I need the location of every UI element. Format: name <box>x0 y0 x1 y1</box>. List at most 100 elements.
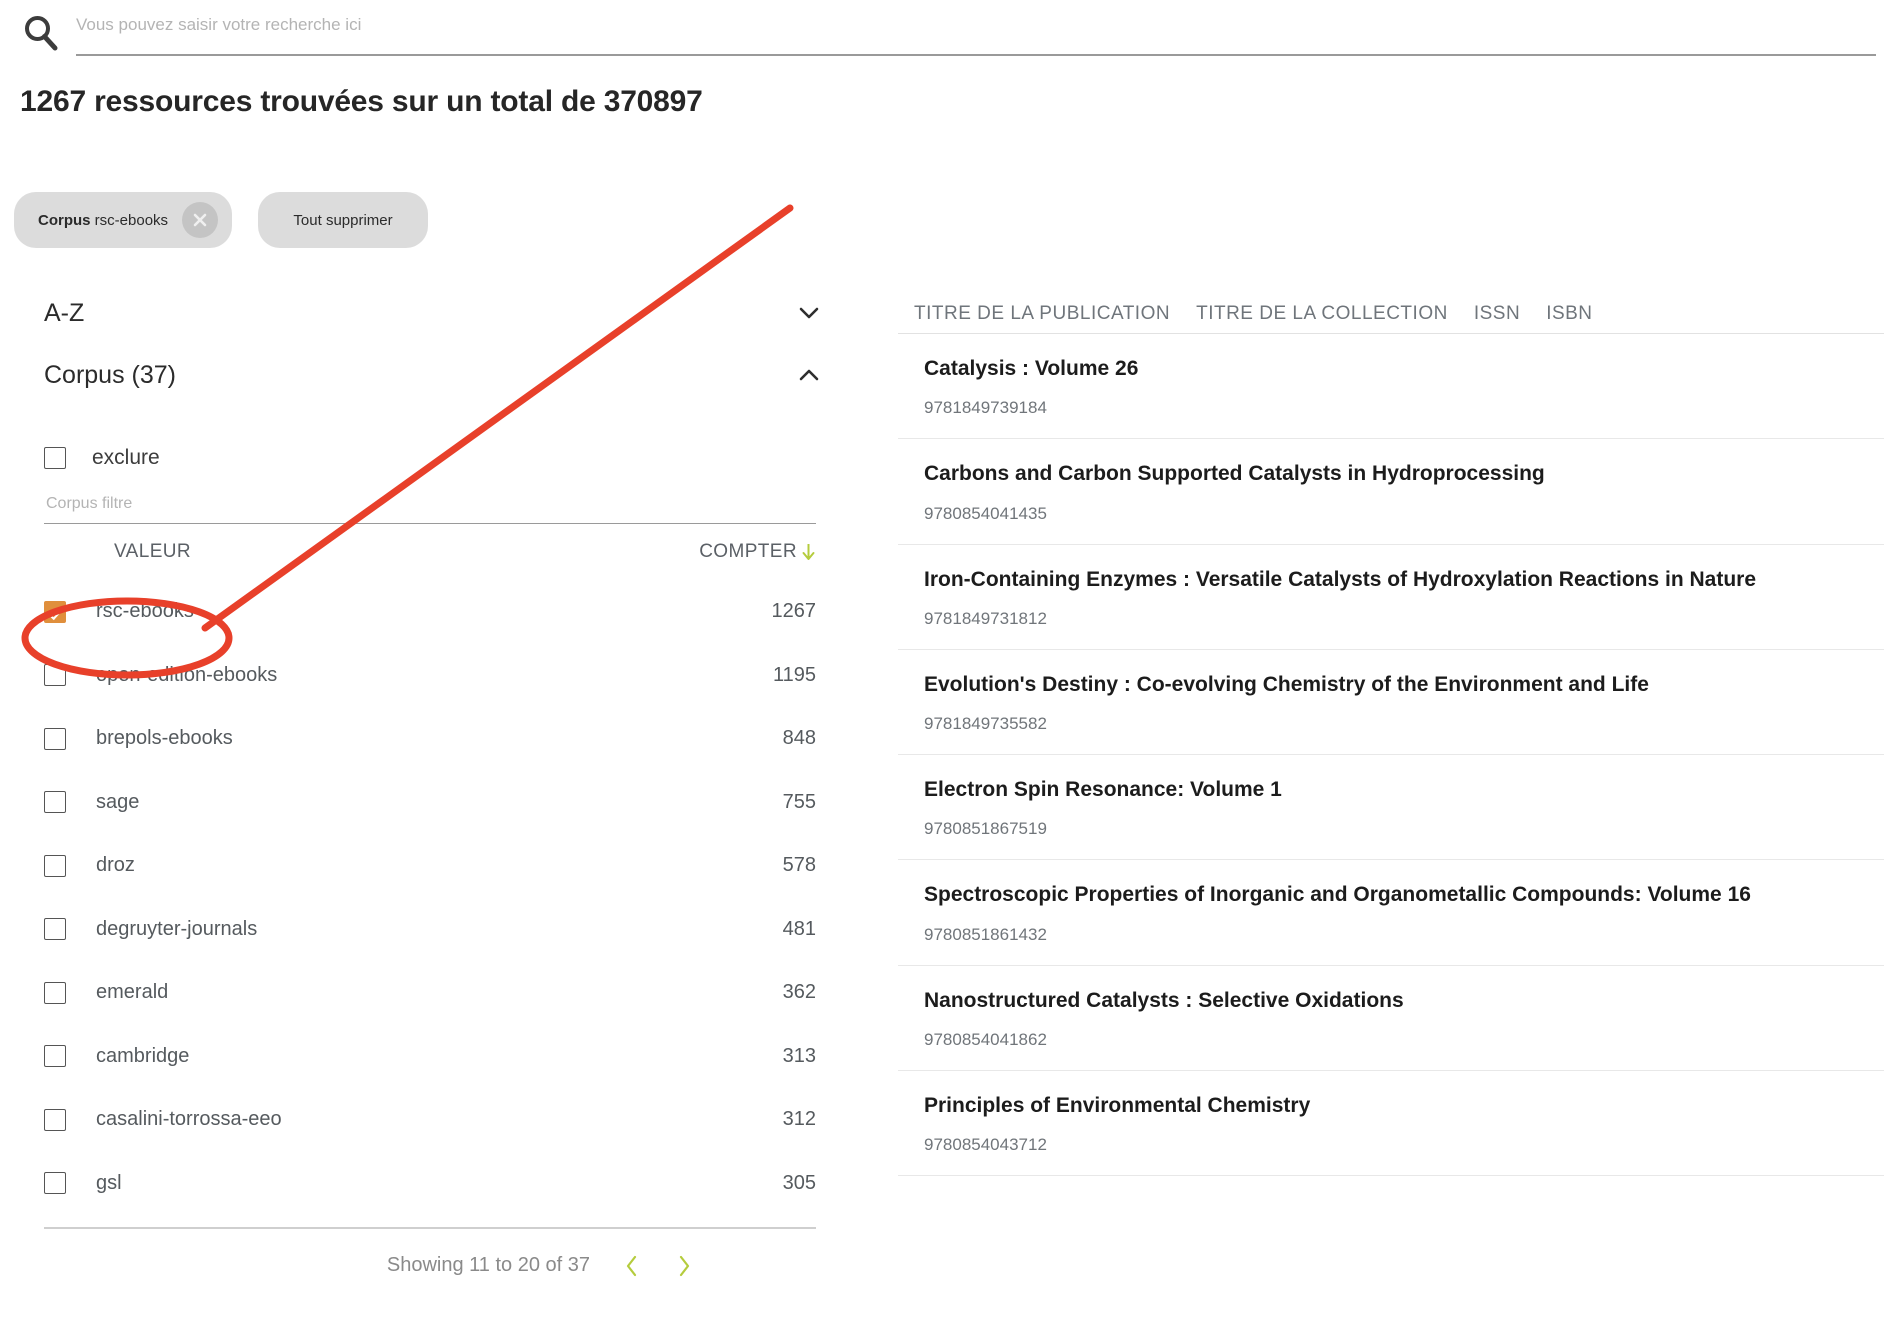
result-list-item[interactable]: Carbons and Carbon Supported Catalysts i… <box>898 439 1884 545</box>
facet-value-count: 1195 <box>772 663 816 686</box>
active-filter-chip-value: rsc-ebooks <box>94 211 169 229</box>
chevron-down-icon <box>798 306 820 320</box>
facet-value-count: 848 <box>782 727 816 750</box>
facet-value-label: emerald <box>96 981 169 1004</box>
active-filter-chip-corpus[interactable]: Corpus rsc-ebooks <box>14 192 233 248</box>
facet-value-checkbox[interactable] <box>44 791 66 814</box>
facet-value-checkbox[interactable] <box>44 854 66 877</box>
pagination-status-text: Showing 11 to 20 of 37 <box>386 1254 590 1277</box>
results-tab[interactable]: ISBN <box>1546 303 1618 333</box>
facet-panel: A-Z Corpus (37) exclure Corpus filtre VA… <box>0 282 836 1303</box>
sort-order-toggle[interactable]: A-Z <box>0 282 836 344</box>
pagination-next-button[interactable] <box>673 1252 696 1280</box>
clear-all-filters-label: Tout supprimer <box>293 211 393 229</box>
result-identifier: 9781849731812 <box>924 608 1047 628</box>
clear-all-filters-button[interactable]: Tout supprimer <box>258 192 429 248</box>
facet-value-label: droz <box>96 854 135 877</box>
result-list-item[interactable]: Evolution's Destiny : Co-evolving Chemis… <box>898 650 1884 755</box>
facet-value-label: degruyter-journals <box>96 917 258 940</box>
facet-value-count: 1267 <box>771 600 817 623</box>
facet-filter-container <box>44 494 816 524</box>
exclude-toggle-row[interactable]: exclure <box>44 432 836 484</box>
result-title: Evolution's Destiny : Co-evolving Chemis… <box>924 672 1649 696</box>
facet-section-label: Corpus (37) <box>44 360 176 389</box>
result-identifier: 9780851867519 <box>924 819 1047 839</box>
result-list-item[interactable]: Spectroscopic Properties of Inorganic an… <box>898 860 1884 966</box>
facet-value-label: casalini-torrossa-eeo <box>96 1108 282 1131</box>
chevron-up-icon <box>798 368 820 382</box>
facet-value-checkbox[interactable] <box>44 918 66 941</box>
result-title: Iron-Containing Enzymes : Versatile Cata… <box>924 567 1757 591</box>
results-tab[interactable]: TITRE DE LA COLLECTION <box>1196 303 1474 333</box>
column-header-count[interactable]: COMPTER <box>699 541 816 563</box>
result-title: Nanostructured Catalysts : Selective Oxi… <box>924 988 1404 1012</box>
facet-value-row[interactable]: brepols-ebooks 848 <box>44 707 816 771</box>
facet-value-label: brepols-ebooks <box>96 727 233 750</box>
facet-value-checkbox[interactable] <box>44 1108 66 1131</box>
facet-value-count: 312 <box>782 1108 816 1131</box>
results-panel: TITRE DE LA PUBLICATION TITRE DE LA COLLE… <box>898 282 1884 1176</box>
results-list: Catalysis : Volume 26 9781849739184 Carbon… <box>898 334 1884 1176</box>
result-identifier: 9781849735582 <box>924 714 1047 733</box>
facet-value-row[interactable]: gsl 305 <box>44 1152 816 1216</box>
exclude-checkbox[interactable] <box>44 447 66 469</box>
facet-value-label: cambridge <box>96 1044 190 1067</box>
facet-value-row[interactable]: emerald 362 <box>44 961 816 1025</box>
facet-value-list: rsc-ebooks 1267 open-edition-ebooks 1195 bre… <box>44 580 816 1215</box>
facet-value-checkbox[interactable] <box>44 664 66 687</box>
facet-pagination: Showing 11 to 20 of 37 <box>44 1229 816 1303</box>
result-list-item[interactable]: Electron Spin Resonance: Volume 1 9780851… <box>898 755 1884 861</box>
results-tab[interactable]: TITRE DE LA PUBLICATION <box>914 303 1196 333</box>
facet-section-toggle-corpus[interactable]: Corpus (37) <box>0 344 836 406</box>
facet-value-checkbox[interactable] <box>44 981 66 1004</box>
facet-value-row[interactable]: droz 578 <box>44 834 816 898</box>
facet-value-row[interactable]: open-edition-ebooks 1195 <box>44 644 816 708</box>
facet-value-row[interactable]: rsc-ebooks 1267 <box>44 580 816 644</box>
facet-value-count: 305 <box>782 1171 816 1194</box>
result-list-item[interactable]: Principles of Environmental Chemistry 978… <box>898 1071 1884 1176</box>
facet-value-count: 481 <box>782 917 816 940</box>
result-title: Catalysis : Volume 26 <box>924 357 1139 380</box>
facet-value-count: 362 <box>782 981 816 1004</box>
result-list-item[interactable]: Iron-Containing Enzymes : Versatile Cata… <box>898 545 1884 650</box>
pagination-prev-button[interactable] <box>620 1252 643 1280</box>
result-title: Electron Spin Resonance: Volume 1 <box>924 778 1282 801</box>
facet-value-row[interactable]: degruyter-journals 481 <box>44 898 816 962</box>
result-identifier: 9780851861432 <box>924 924 1047 944</box>
result-list-item[interactable]: Catalysis : Volume 26 9781849739184 <box>898 334 1884 440</box>
column-header-value[interactable]: VALEUR <box>114 541 191 563</box>
facet-value-label: gsl <box>96 1171 122 1194</box>
remove-filter-icon[interactable] <box>182 202 219 238</box>
facet-value-checkbox[interactable] <box>44 1172 66 1195</box>
result-title: Spectroscopic Properties of Inorganic an… <box>924 883 1751 907</box>
facet-value-checkbox[interactable] <box>44 600 66 623</box>
facet-filter-input[interactable] <box>44 494 816 514</box>
result-list-item[interactable]: Nanostructured Catalysts : Selective Oxi… <box>898 966 1884 1071</box>
sort-order-label: A-Z <box>44 298 85 327</box>
facet-value-row[interactable]: sage 755 <box>44 771 816 835</box>
results-tab[interactable]: ISSN <box>1474 303 1546 333</box>
chevron-right-icon <box>677 1255 692 1281</box>
facet-value-count: 313 <box>782 1044 816 1067</box>
result-identifier: 9780854043712 <box>924 1135 1047 1154</box>
facet-value-label: sage <box>96 790 140 813</box>
results-tab-bar: TITRE DE LA PUBLICATION TITRE DE LA COLLE… <box>898 282 1884 334</box>
facet-value-row[interactable]: cambridge 313 <box>44 1025 816 1089</box>
facet-value-count: 755 <box>782 790 816 813</box>
result-title: Principles of Environmental Chemistry <box>924 1093 1311 1117</box>
facet-value-checkbox[interactable] <box>44 1045 66 1068</box>
search-icon <box>22 14 60 52</box>
column-header-count-label: COMPTER <box>699 541 797 562</box>
chevron-left-icon <box>624 1255 639 1281</box>
page-root: 1267 ressources trouvées sur un total de… <box>0 0 1884 1328</box>
active-filters-bar: Corpus rsc-ebooks Tout supprimer <box>14 192 429 248</box>
facet-value-label: open-edition-ebooks <box>96 663 278 686</box>
results-count-heading: 1267 ressources trouvées sur un total de… <box>20 85 703 118</box>
result-identifier: 9780854041862 <box>924 1029 1047 1049</box>
facet-value-checkbox[interactable] <box>44 727 66 750</box>
result-title: Carbons and Carbon Supported Catalysts i… <box>924 462 1545 486</box>
search-input-container <box>76 14 1876 56</box>
facet-body: exclure VALEUR COMPTER rsc-ebooks <box>0 432 836 1303</box>
search-input[interactable] <box>76 14 1876 46</box>
facet-value-row[interactable]: casalini-torrossa-eeo 312 <box>44 1088 816 1152</box>
